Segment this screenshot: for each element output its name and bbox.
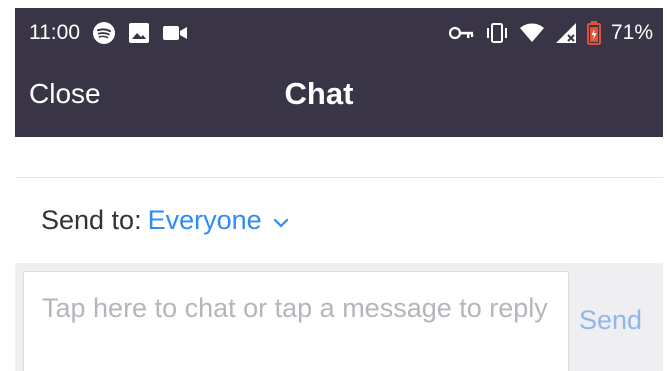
send-button[interactable]: Send [579,305,642,336]
composer: Tap here to chat or tap a message to rep… [15,263,663,371]
chat-input[interactable]: Tap here to chat or tap a message to rep… [23,271,569,371]
send-to-row: Send to: Everyone [15,178,663,263]
video-camera-icon [162,24,188,42]
status-left: 11:00 [29,21,188,45]
send-to-label: Send to: [41,205,142,235]
chevron-down-icon [273,217,289,229]
wifi-icon [519,23,545,43]
page-title: Chat [284,76,354,111]
status-bar: 11:00 71% [15,8,663,58]
recipient-value: Everyone [147,205,262,235]
vibrate-icon [485,22,509,44]
messages-area[interactable] [15,137,663,178]
top-bar: 11:00 71% Close Chat [15,8,663,137]
nav-bar: Close Chat [15,58,663,137]
image-icon [128,22,150,44]
vpn-key-icon [448,25,475,41]
status-right: 71% [448,21,653,45]
chat-screen: 11:00 71% Close Chat Send to: Everyone T… [0,0,670,371]
spotify-icon [92,21,116,45]
app-frame: 11:00 71% Close Chat Send to: Everyone T… [15,8,670,371]
signal-icon [555,22,577,44]
battery-percent: 71% [610,21,653,44]
status-time: 11:00 [29,21,80,44]
battery-icon [586,21,601,45]
recipient-dropdown[interactable]: Everyone [148,205,290,236]
